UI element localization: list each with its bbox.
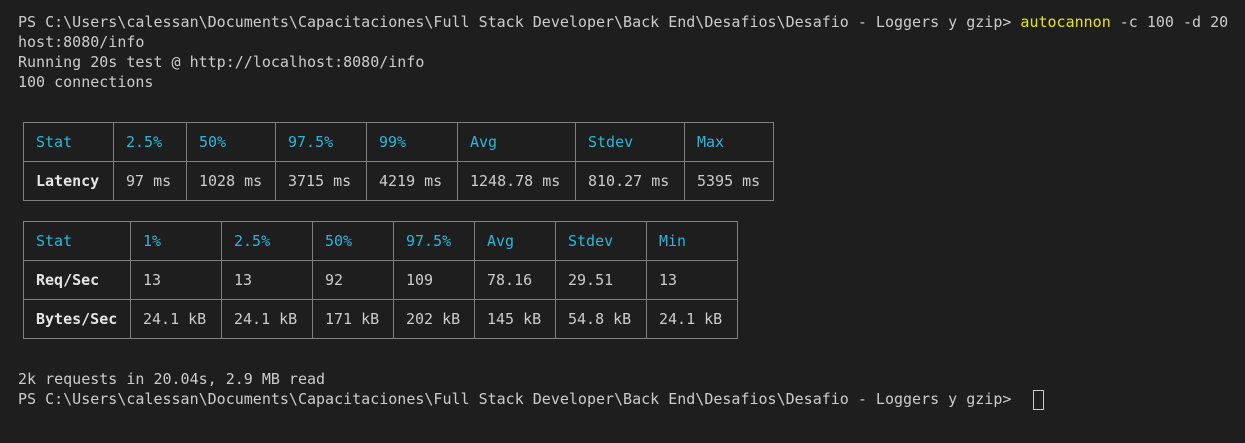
header-cell: Max	[684, 122, 774, 162]
bytes-sec-row: Bytes/Sec 24.1 kB 24.1 kB 171 kB 202 kB …	[23, 299, 738, 339]
header-cell: 2.5%	[221, 221, 313, 261]
flag-c-value: 100	[1146, 13, 1174, 31]
prompt: PS C:\Users\calessan\Documents\Capacitac…	[18, 390, 1012, 408]
terminal-output[interactable]: PS C:\Users\calessan\Documents\Capacitac…	[18, 12, 1240, 443]
header-cell: 50%	[186, 122, 276, 162]
table-cell: 202 kB	[393, 299, 475, 339]
header-cell: 97.5%	[393, 221, 475, 261]
row-label: Req/Sec	[23, 260, 131, 300]
table-cell: 145 kB	[474, 299, 556, 339]
table-cell: 1248.78 ms	[457, 161, 576, 201]
table-cell: 24.1 kB	[130, 299, 222, 339]
header-cell: 97.5%	[275, 122, 367, 162]
command-line-wrap: host:8080/info	[18, 33, 145, 51]
table-cell: 24.1 kB	[646, 299, 738, 339]
table-cell: 54.8 kB	[555, 299, 647, 339]
header-cell: 50%	[312, 221, 394, 261]
header-cell: Avg	[474, 221, 556, 261]
table-cell: 13	[130, 260, 222, 300]
table-cell: 810.27 ms	[575, 161, 685, 201]
table-cell: 171 kB	[312, 299, 394, 339]
command-program: autocannon	[1020, 13, 1111, 31]
table-cell: 109	[393, 260, 475, 300]
req-sec-row: Req/Sec 13 13 92 109 78.16 29.51 13	[23, 260, 738, 300]
header-cell: Avg	[457, 122, 576, 162]
text-cursor[interactable]	[1033, 389, 1045, 410]
header-cell: Stdev	[575, 122, 685, 162]
prompt: PS C:\Users\calessan\Documents\Capacitac…	[18, 13, 1012, 31]
header-cell: Stat	[23, 221, 131, 261]
header-cell: 99%	[366, 122, 458, 162]
prompt-line: PS C:\Users\calessan\Documents\Capacitac…	[18, 389, 1240, 410]
header-cell: Stdev	[555, 221, 647, 261]
throughput-header-row: Stat 1% 2.5% 50% 97.5% Avg Stdev Min	[23, 221, 738, 261]
latency-table: Stat 2.5% 50% 97.5% 99% Avg Stdev Max La…	[23, 122, 774, 201]
latency-header-row: Stat 2.5% 50% 97.5% 99% Avg Stdev Max	[23, 122, 774, 162]
command-line: PS C:\Users\calessan\Documents\Capacitac…	[18, 12, 1240, 32]
table-cell: 5395 ms	[684, 161, 774, 201]
table-cell: 78.16	[474, 260, 556, 300]
flag-c: -c	[1119, 13, 1138, 31]
flag-d-value: 20	[1210, 13, 1229, 31]
table-cell: 24.1 kB	[221, 299, 313, 339]
table-cell: 92	[312, 260, 394, 300]
summary-line: 2k requests in 20.04s, 2.9 MB read	[18, 370, 326, 388]
connections-line: 100 connections	[18, 73, 154, 91]
row-label: Latency	[23, 161, 114, 201]
header-cell: 1%	[130, 221, 222, 261]
header-cell: Stat	[23, 122, 114, 162]
row-label: Bytes/Sec	[23, 299, 131, 339]
running-line: Running 20s test @ http://localhost:8080…	[18, 53, 425, 71]
table-cell: 1028 ms	[186, 161, 276, 201]
table-cell: 29.51	[555, 260, 647, 300]
header-cell: 2.5%	[113, 122, 187, 162]
table-cell: 97 ms	[113, 161, 187, 201]
table-cell: 13	[221, 260, 313, 300]
table-cell: 13	[646, 260, 738, 300]
latency-row: Latency 97 ms 1028 ms 3715 ms 4219 ms 12…	[23, 161, 774, 201]
flag-d: -d	[1182, 13, 1202, 31]
table-cell: 4219 ms	[366, 161, 458, 201]
table-cell: 3715 ms	[275, 161, 367, 201]
header-cell: Min	[646, 221, 738, 261]
throughput-table: Stat 1% 2.5% 50% 97.5% Avg Stdev Min Req…	[23, 221, 738, 339]
